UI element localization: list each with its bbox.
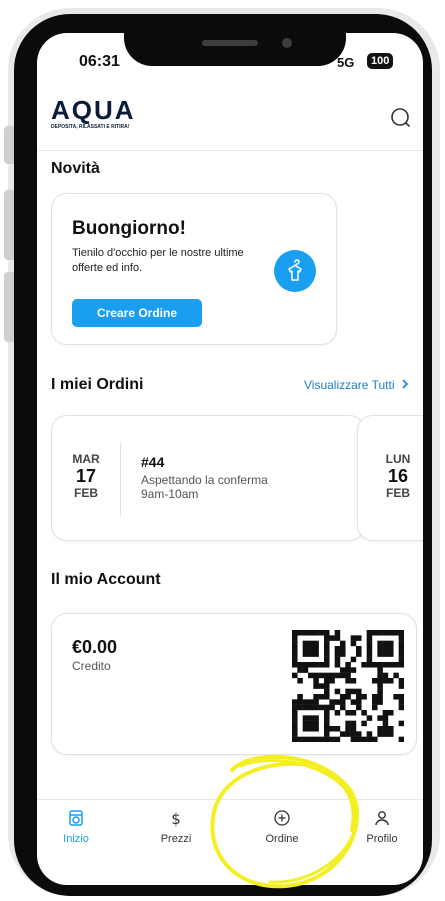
order-month: FEB — [74, 486, 98, 500]
order-status: Aspettando la conferma — [141, 473, 268, 487]
order-day: 16 — [387, 466, 409, 486]
person-icon — [347, 809, 417, 829]
logo-text: AQUA — [51, 95, 136, 125]
search-icon[interactable] — [389, 106, 413, 130]
credit-label: Credito — [72, 659, 111, 673]
account-section-title: Il mio Account — [51, 571, 161, 588]
shirt-hanger-icon — [274, 250, 316, 292]
tab-label: Profilo — [366, 833, 398, 845]
tab-ordine[interactable]: Ordine — [247, 809, 317, 845]
order-month: FEB — [386, 486, 410, 500]
orders-section-title: I miei Ordini — [51, 376, 144, 393]
promo-greeting: Buongiorno! — [72, 218, 186, 239]
tab-profilo[interactable]: Profilo — [347, 809, 417, 845]
order-date: MAR 17 FEB — [66, 452, 106, 500]
tabbar-divider — [37, 799, 423, 800]
tab-label: Prezzi — [160, 833, 192, 845]
front-camera — [282, 38, 292, 48]
account-card: €0.00 Credito — [51, 613, 417, 755]
tab-inizio[interactable]: Inizio — [41, 809, 111, 845]
washer-icon — [41, 809, 111, 829]
network-indicator: 5G — [337, 55, 355, 70]
qr-code[interactable] — [292, 630, 405, 743]
order-divider — [120, 442, 121, 516]
promo-card: Buongiorno! Tienilo d'occhio per le nost… — [51, 193, 337, 345]
dollar-icon: $ — [141, 809, 211, 829]
order-time-slot: 9am-10am — [141, 487, 199, 501]
order-day: 17 — [75, 466, 97, 486]
phone-side-button — [4, 272, 14, 342]
app-screen: 06:31 5G 100 AQUA DEPOSITA, RILASSATI E … — [37, 33, 423, 885]
logo-tagline: DEPOSITA, RILASSATI E RITIRA! — [51, 124, 130, 130]
order-number: #44 — [141, 454, 165, 470]
speaker-grille — [202, 40, 258, 46]
order-card[interactable]: LUN 16 FEB — [357, 415, 423, 541]
tab-label: Inizio — [63, 833, 89, 845]
aqua-logo[interactable]: AQUA DEPOSITA, RILASSATI E RITIRA! — [51, 96, 135, 136]
order-date: LUN 16 FEB — [378, 452, 418, 500]
phone-notch — [124, 14, 346, 66]
view-all-orders-link[interactable]: Visualizzare Tutti — [304, 378, 409, 392]
credit-amount: €0.00 — [72, 637, 118, 657]
chevron-right-icon — [398, 378, 409, 392]
news-section-title: Novità — [51, 160, 100, 177]
header-divider — [37, 150, 423, 151]
order-card[interactable]: MAR 17 FEB #44 Aspettando la conferma 9a… — [51, 415, 365, 541]
order-weekday: LUN — [385, 452, 411, 466]
phone-side-button — [4, 126, 14, 164]
plus-circle-icon — [247, 809, 317, 829]
view-all-label: Visualizzare Tutti — [304, 378, 395, 392]
status-time: 06:31 — [79, 53, 120, 70]
create-order-button[interactable]: Creare Ordine — [72, 299, 202, 327]
tab-prezzi[interactable]: $ Prezzi — [141, 809, 211, 845]
promo-text: Tienilo d'occhio per le nostre ultime of… — [72, 247, 244, 274]
svg-text:$: $ — [171, 810, 181, 827]
phone-side-button — [4, 190, 14, 260]
tab-label: Ordine — [265, 833, 299, 845]
order-weekday: MAR — [72, 452, 100, 466]
battery-indicator: 100 — [367, 53, 394, 69]
